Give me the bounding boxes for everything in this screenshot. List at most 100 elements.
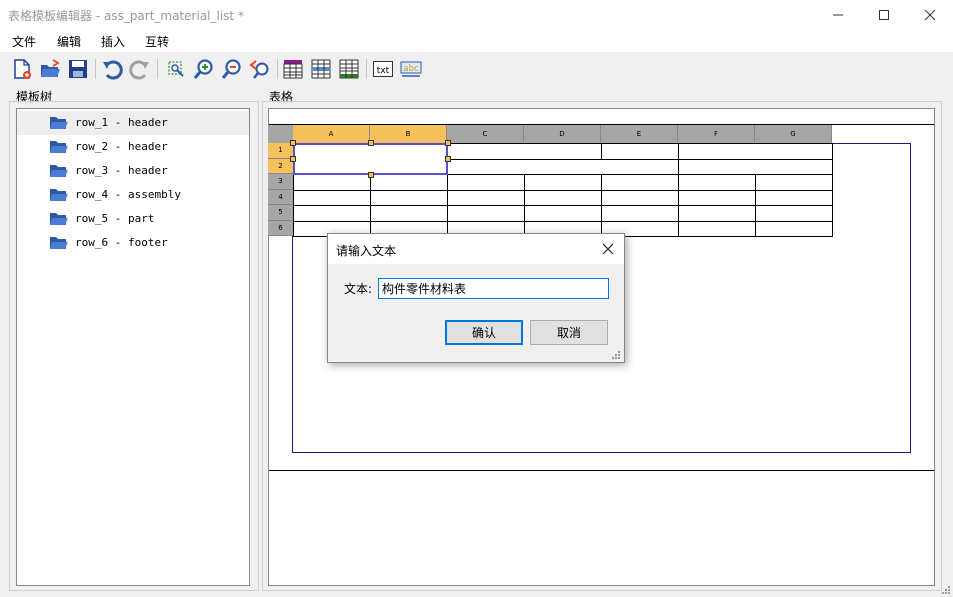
text-input[interactable] (378, 278, 609, 299)
selection-handle[interactable] (445, 140, 451, 146)
tree-item-label: row_4 - assembly (75, 188, 181, 201)
table-cell[interactable] (370, 189, 448, 206)
close-icon (602, 243, 614, 255)
zoom-out-button[interactable] (220, 57, 244, 81)
column-header-c[interactable]: C (447, 125, 524, 143)
table-style-purple-button[interactable] (281, 57, 305, 81)
toolbar: txt abc (0, 53, 953, 85)
table-cell[interactable] (601, 205, 679, 222)
table-cell[interactable] (524, 189, 602, 206)
row-header-5[interactable]: 5 (268, 205, 293, 221)
table-cell[interactable] (447, 174, 525, 191)
table-cell[interactable] (601, 174, 679, 191)
table-cell[interactable] (447, 189, 525, 206)
maximize-button[interactable] (861, 0, 907, 30)
template-tree[interactable]: row_1 - header row_2 - header row_3 - he… (16, 108, 250, 586)
table-cell[interactable] (755, 205, 833, 222)
tree-item-row-2[interactable]: row_2 - header (17, 135, 249, 159)
row-header-4[interactable]: 4 (268, 189, 293, 205)
tree-item-row-3[interactable]: row_3 - header (17, 159, 249, 183)
cancel-button[interactable]: 取消 (530, 320, 608, 345)
close-button[interactable] (907, 0, 953, 30)
undo-button[interactable] (100, 57, 124, 81)
table-cell[interactable] (678, 220, 756, 237)
svg-text:abc: abc (403, 64, 419, 74)
text-field-label: 文本: (344, 282, 373, 296)
table-cell[interactable] (524, 174, 602, 191)
table-cell[interactable] (601, 189, 679, 206)
table-cell[interactable] (755, 220, 833, 237)
redo-button[interactable] (128, 57, 152, 81)
table-cell[interactable] (293, 205, 371, 222)
table-cell[interactable] (293, 189, 371, 206)
save-button[interactable] (66, 57, 90, 81)
zoom-in-button[interactable] (192, 57, 216, 81)
menu-file[interactable]: 文件 (12, 33, 36, 50)
table-cell[interactable] (293, 174, 371, 191)
column-header-g[interactable]: G (755, 125, 832, 143)
tree-item-row-1[interactable]: row_1 - header (17, 111, 249, 135)
table-cell[interactable] (447, 143, 602, 160)
tree-item-label: row_1 - header (75, 116, 168, 129)
zoom-fit-icon (168, 61, 184, 77)
undo-icon (103, 60, 123, 80)
open-button[interactable] (38, 57, 62, 81)
insert-abc-icon: abc (400, 61, 422, 77)
row-header-3[interactable]: 3 (268, 174, 293, 190)
table-cell[interactable] (755, 174, 833, 191)
zoom-out-icon (221, 59, 241, 79)
column-header-f[interactable]: F (678, 125, 755, 143)
selection-handle[interactable] (367, 172, 374, 178)
confirm-button[interactable]: 确认 (445, 320, 523, 345)
table-cell[interactable] (601, 143, 679, 160)
table-cell[interactable] (755, 189, 833, 206)
table-cell[interactable] (370, 174, 448, 191)
table-cell[interactable] (678, 189, 756, 206)
selection-handle[interactable] (445, 156, 451, 162)
dialog-title: 请输入文本 (336, 244, 397, 258)
table-cell[interactable] (370, 205, 448, 222)
folder-open-icon (50, 213, 68, 225)
table-cell[interactable] (447, 158, 679, 175)
zoom-reset-button[interactable] (248, 57, 272, 81)
dialog-title-bar: 请输入文本 (328, 234, 624, 264)
selection-handle[interactable] (290, 140, 296, 146)
table-cell[interactable] (678, 174, 756, 191)
table-cell[interactable] (678, 205, 756, 222)
column-header-a[interactable]: A (293, 125, 370, 143)
resize-grip-icon[interactable] (611, 350, 621, 360)
dialog-close-button[interactable] (596, 238, 620, 260)
insert-abc-button[interactable]: abc (399, 57, 423, 81)
minimize-button[interactable] (815, 0, 861, 30)
new-file-icon (14, 59, 31, 79)
menu-insert[interactable]: 插入 (101, 33, 125, 50)
zoom-in-icon (193, 59, 213, 79)
table-cell[interactable] (524, 205, 602, 222)
insert-text-icon: txt (373, 61, 393, 77)
menu-convert[interactable]: 互转 (145, 33, 169, 50)
cell-selection[interactable] (293, 143, 448, 175)
selection-handle[interactable] (367, 140, 374, 146)
tree-item-row-6[interactable]: row_6 - footer (17, 231, 249, 255)
table-style-blue-button[interactable] (309, 57, 333, 81)
tree-item-row-5[interactable]: row_5 - part (17, 207, 249, 231)
row-header-6[interactable]: 6 (268, 220, 293, 236)
tree-item-row-4[interactable]: row_4 - assembly (17, 183, 249, 207)
zoom-fit-button[interactable] (164, 57, 188, 81)
new-file-button[interactable] (10, 57, 34, 81)
column-header-d[interactable]: D (524, 125, 601, 143)
selection-handle[interactable] (290, 156, 296, 162)
input-text-dialog: 请输入文本 文本: 确认 取消 (327, 233, 625, 363)
table-cell[interactable] (678, 143, 833, 160)
window-resize-grip-icon[interactable] (941, 585, 951, 595)
menu-edit[interactable]: 编辑 (57, 33, 81, 50)
menu-bar: 文件 编辑 插入 互转 (0, 30, 953, 52)
table-cell[interactable] (447, 205, 525, 222)
table-style-purple-icon (283, 60, 303, 79)
insert-text-button[interactable]: txt (371, 57, 395, 81)
minimize-icon (833, 14, 843, 16)
table-style-green-button[interactable] (337, 57, 361, 81)
table-cell[interactable] (678, 158, 833, 175)
column-header-e[interactable]: E (601, 125, 678, 143)
column-header-b[interactable]: B (370, 125, 447, 143)
